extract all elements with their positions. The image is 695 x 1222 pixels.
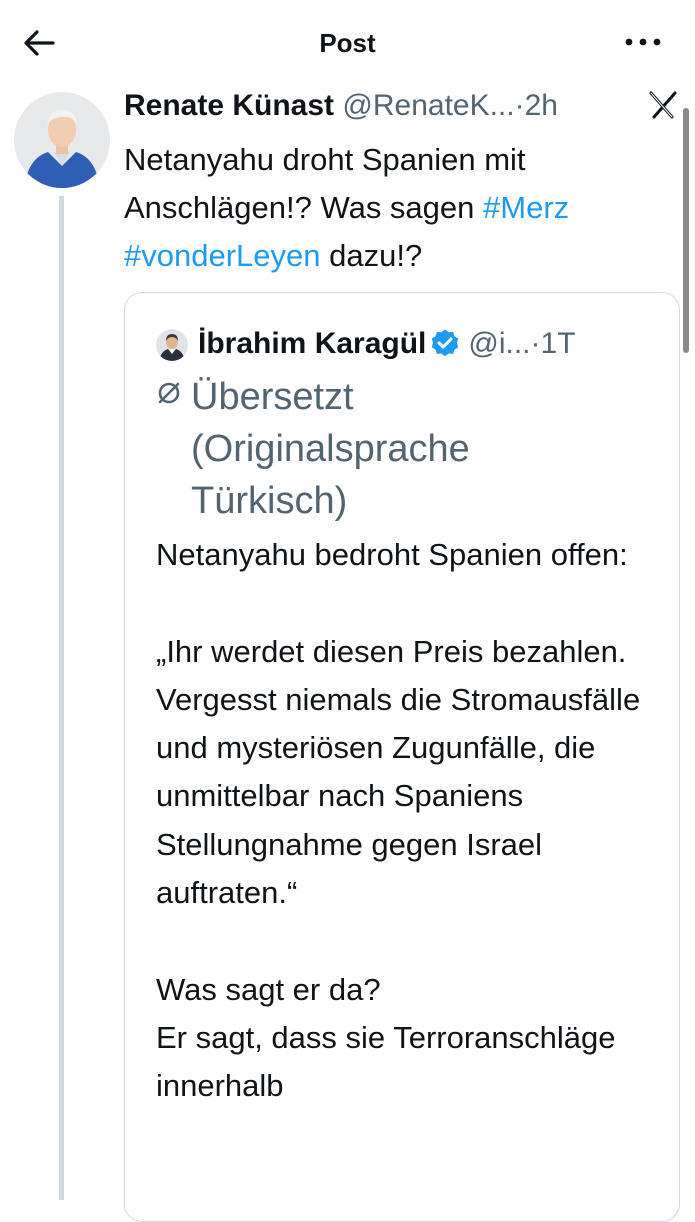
scrollbar[interactable]	[683, 108, 689, 353]
quoted-author-handle[interactable]: @i...	[468, 327, 530, 360]
translate-icon	[158, 382, 180, 404]
post-text: Netanyahu droht Spanien mit Anschlägen!?…	[124, 136, 669, 280]
top-bar: Post	[0, 0, 695, 88]
quoted-author-avatar[interactable]	[156, 329, 188, 361]
post-text-part: Netanyahu droht Spanien mit Anschlägen!?…	[124, 142, 526, 225]
quoted-post-card[interactable]: İbrahim Karagül @i...·1T Übersetzt (Orig…	[124, 292, 680, 1222]
meta-separator: ·	[514, 89, 525, 122]
quoted-post-text: Netanyahu bedroht Spanien offen: „Ihr we…	[156, 537, 641, 1104]
hashtag-vonderleyen[interactable]: #vonderLeyen	[124, 238, 321, 273]
page-title: Post	[319, 28, 376, 58]
translation-note[interactable]: Übersetzt (Originalsprache Türkisch)	[191, 371, 631, 527]
quoted-post-time[interactable]: 1T	[541, 327, 576, 360]
post-header: Renate Künast @RenateK...·2h	[124, 86, 639, 126]
thread-line	[59, 196, 64, 1200]
author-avatar[interactable]	[14, 92, 110, 188]
author-handle[interactable]: @RenateK...	[342, 89, 514, 122]
quoted-meta-separator: ·	[530, 327, 541, 360]
author-name[interactable]: Renate Künast	[124, 89, 334, 122]
quoted-post-header: İbrahim Karagül @i...·1T	[198, 323, 576, 365]
verified-badge-icon	[432, 329, 459, 357]
post-text-part: dazu!?	[320, 238, 423, 273]
post-time[interactable]: 2h	[525, 89, 558, 122]
more-options-icon[interactable]	[624, 32, 662, 52]
hashtag-merz[interactable]: #Merz	[483, 190, 569, 225]
x-logo-icon	[649, 91, 677, 119]
quoted-author-name[interactable]: İbrahim Karagül	[198, 327, 426, 360]
